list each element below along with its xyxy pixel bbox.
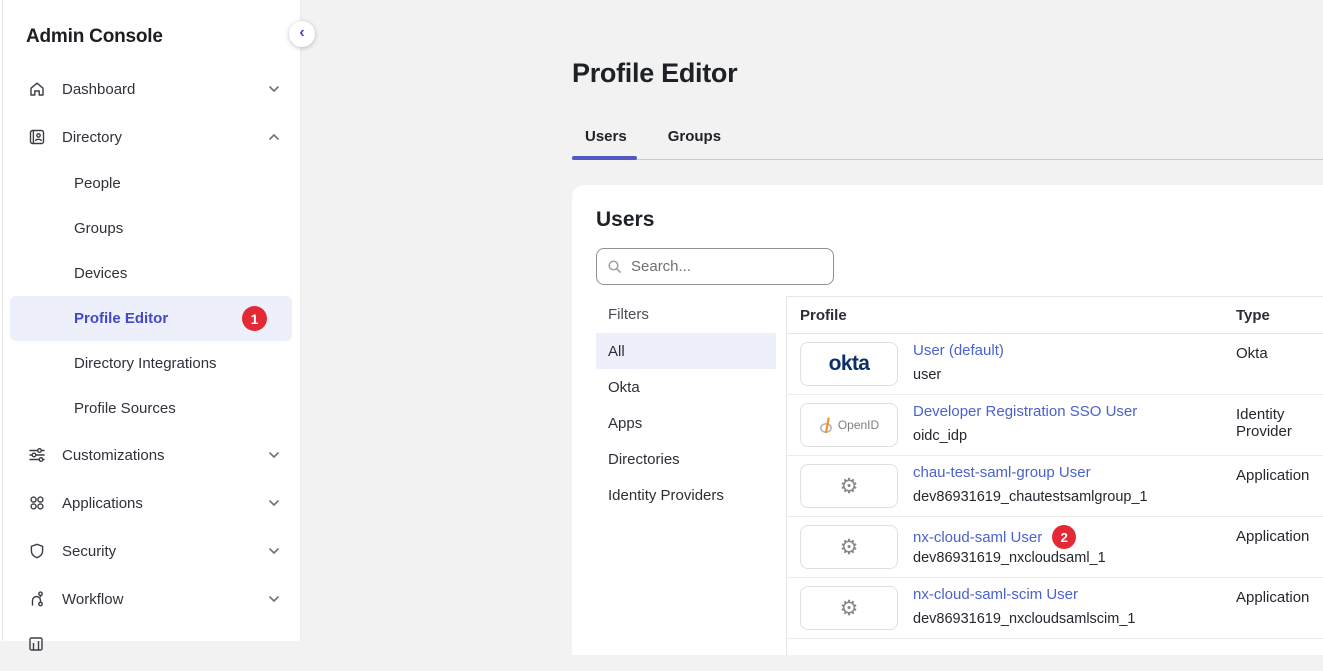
- profile-type: Application: [1236, 467, 1309, 484]
- panel-heading: Users: [596, 208, 654, 232]
- filter-all[interactable]: All: [596, 333, 776, 369]
- chevron-down-icon: [266, 543, 282, 559]
- chevron-down-icon: [266, 81, 282, 97]
- profile-type: Identity Provider: [1236, 406, 1323, 440]
- filter-identity-providers[interactable]: Identity Providers: [596, 477, 776, 513]
- sidebar: Admin Console Dashboard Directory People…: [0, 0, 301, 641]
- profile-link[interactable]: User (default): [913, 342, 1004, 359]
- profile-id: user: [913, 367, 941, 383]
- profile-link[interactable]: nx-cloud-saml-scim User: [913, 586, 1078, 603]
- sidebar-item-label: Profile Sources: [74, 400, 176, 417]
- users-panel: Users Filters All Okta Apps Directories …: [572, 185, 1323, 655]
- sidebar-left-edge: [2, 0, 3, 641]
- filters-panel: Filters All Okta Apps Directories Identi…: [572, 296, 787, 655]
- gear-icon: ⚙: [840, 476, 859, 497]
- search-box[interactable]: [596, 248, 834, 285]
- profile-type: Application: [1236, 528, 1309, 545]
- sidebar-item-label: Profile Editor: [74, 310, 168, 327]
- app-logo-box: ⚙: [800, 586, 898, 630]
- sidebar-item-label: Security: [62, 543, 266, 560]
- search-icon: [607, 259, 622, 274]
- sliders-icon: [27, 446, 47, 464]
- column-header-type: Type: [1236, 307, 1270, 324]
- profile-type: Okta: [1236, 345, 1268, 362]
- table-row: ⚙ nx-cloud-saml User 2 dev86931619_nxclo…: [787, 517, 1323, 578]
- sidebar-item-partial[interactable]: [0, 623, 300, 671]
- sidebar-item-label: Customizations: [62, 447, 266, 464]
- filter-apps[interactable]: Apps: [596, 405, 776, 441]
- table-row: okta User (default) user Okta: [787, 334, 1323, 395]
- chevron-down-icon: [266, 495, 282, 511]
- gear-icon: ⚙: [840, 598, 859, 619]
- workflow-icon: [27, 590, 47, 608]
- openid-glyph-icon: [819, 417, 834, 434]
- profile-id: dev86931619_nxcloudsaml_1: [913, 550, 1106, 566]
- sidebar-item-customizations[interactable]: Customizations: [0, 431, 300, 479]
- table-row: ⚙ nx-cloud-saml-scim User dev86931619_nx…: [787, 578, 1323, 639]
- apps-grid-icon: [27, 494, 47, 512]
- sidebar-item-profile-sources[interactable]: Profile Sources: [10, 386, 292, 431]
- main-content: Profile Editor Users Groups Users Filter…: [301, 0, 1323, 641]
- gear-icon: ⚙: [840, 537, 859, 558]
- sidebar-collapse-button[interactable]: ‹: [289, 21, 315, 47]
- annotation-badge-2: 2: [1052, 525, 1076, 549]
- sidebar-item-directory-integrations[interactable]: Directory Integrations: [10, 341, 292, 386]
- sidebar-item-dashboard[interactable]: Dashboard: [0, 65, 300, 113]
- sidebar-item-label: Workflow: [62, 591, 266, 608]
- active-tab-underline: [572, 156, 637, 160]
- sidebar-item-devices[interactable]: Devices: [10, 251, 292, 296]
- tab-divider-line: [572, 159, 1323, 160]
- profile-link[interactable]: chau-test-saml-group User: [913, 464, 1091, 481]
- page-title: Profile Editor: [572, 58, 737, 89]
- sidebar-item-label: Dashboard: [62, 81, 266, 98]
- id-card-icon: [27, 128, 47, 146]
- sidebar-item-label: People: [74, 175, 121, 192]
- home-icon: [27, 80, 47, 98]
- shield-icon: [27, 542, 47, 560]
- sidebar-item-security[interactable]: Security: [0, 527, 300, 575]
- panel-body: Filters All Okta Apps Directories Identi…: [572, 296, 1323, 655]
- sidebar-item-label: Applications: [62, 495, 266, 512]
- filter-directories[interactable]: Directories: [596, 441, 776, 477]
- table-row: ⚙ chau-test-saml-group User dev86931619_…: [787, 456, 1323, 517]
- table-header-row: Profile Type: [787, 297, 1323, 334]
- sidebar-item-people[interactable]: People: [10, 161, 292, 206]
- sidebar-item-applications[interactable]: Applications: [0, 479, 300, 527]
- tab-bar: Users Groups: [585, 128, 721, 145]
- chevron-down-icon: [266, 591, 282, 607]
- sidebar-item-label: Devices: [74, 265, 127, 282]
- chevron-down-icon: [266, 447, 282, 463]
- profiles-table: Profile Type okta User (default) user Ok…: [787, 296, 1323, 655]
- app-title: Admin Console: [0, 0, 300, 65]
- tab-groups[interactable]: Groups: [668, 128, 721, 145]
- sidebar-item-profile-editor[interactable]: Profile Editor 1: [10, 296, 292, 341]
- profile-id: dev86931619_chautestsamlgroup_1: [913, 489, 1148, 505]
- sidebar-item-directory[interactable]: Directory: [0, 113, 300, 161]
- profile-link-group: nx-cloud-saml User 2: [913, 525, 1076, 549]
- sidebar-item-label: Groups: [74, 220, 123, 237]
- sidebar-item-label: Directory: [62, 129, 266, 146]
- app-logo-box: ⚙: [800, 525, 898, 569]
- chevron-up-icon: [266, 129, 282, 145]
- partial-nav-icon: [27, 635, 45, 653]
- okta-logo: okta: [800, 342, 898, 386]
- filters-heading: Filters: [596, 296, 786, 333]
- profile-link[interactable]: Developer Registration SSO User: [913, 403, 1137, 420]
- tab-users[interactable]: Users: [585, 128, 627, 145]
- sidebar-item-workflow[interactable]: Workflow: [0, 575, 300, 623]
- sidebar-item-label: Directory Integrations: [74, 355, 217, 372]
- app-logo-box: ⚙: [800, 464, 898, 508]
- filter-okta[interactable]: Okta: [596, 369, 776, 405]
- profile-id: oidc_idp: [913, 428, 967, 444]
- profile-id: dev86931619_nxcloudsamlscim_1: [913, 611, 1135, 627]
- sidebar-item-groups[interactable]: Groups: [10, 206, 292, 251]
- annotation-badge-1: 1: [242, 306, 267, 331]
- openid-logo: OpenID: [800, 403, 898, 447]
- profile-type: Application: [1236, 589, 1309, 606]
- table-row: OpenID Developer Registration SSO User o…: [787, 395, 1323, 456]
- search-input[interactable]: [631, 258, 830, 275]
- profile-link[interactable]: nx-cloud-saml User: [913, 529, 1042, 546]
- column-header-profile: Profile: [787, 307, 847, 324]
